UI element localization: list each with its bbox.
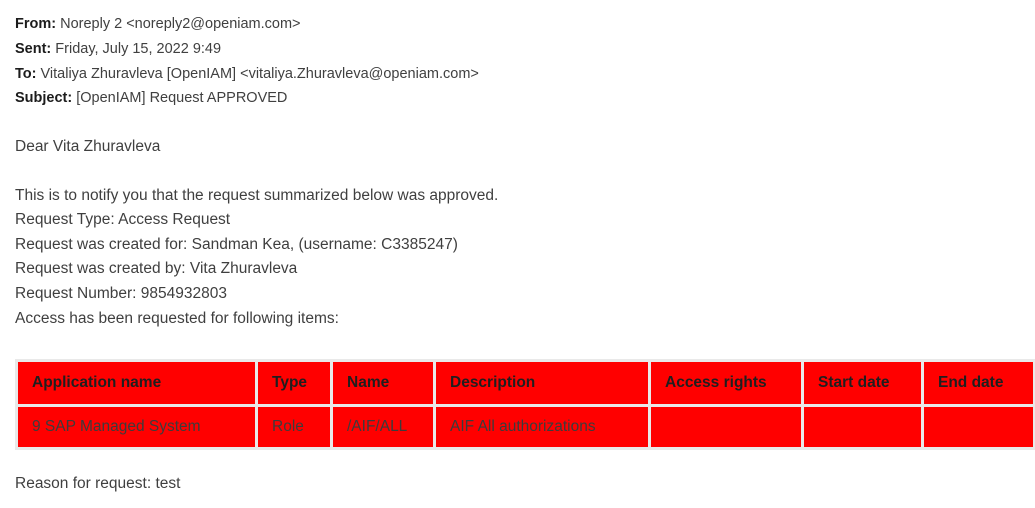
footer-line-reason: Reason for request: test [15, 475, 181, 493]
cell-start-date [804, 407, 921, 448]
column-header-end-date: End date [924, 362, 1033, 405]
email-header-subject-label: Subject: [15, 90, 73, 107]
body-line-notify: This is to notify you that the request s… [15, 186, 499, 204]
cell-type: Role [258, 407, 330, 448]
email-header-to-value: Vitaliya Zhuravleva [OpenIAM] <vitaliya.… [40, 65, 479, 82]
email-header-subject-value: [OpenIAM] Request APPROVED [76, 90, 288, 107]
email-body-paragraph: This is to notify you that the request s… [15, 184, 1035, 332]
email-header-sent-value: Friday, July 15, 2022 9:49 [55, 40, 222, 57]
email-header-from-value: Noreply 2 <noreply2@openiam.com> [60, 16, 301, 32]
access-items-table: Application name Type Name Description A… [15, 359, 1035, 451]
email-header-block: From: Noreply 2 <noreply2@openiam.com> S… [15, 12, 1035, 111]
cell-description: AIF All authorizations [436, 407, 648, 448]
cell-application-name: 9 SAP Managed System [18, 407, 255, 448]
email-header-subject: Subject: [OpenIAM] Request APPROVED [15, 86, 1035, 111]
body-line-created-for: Request was created for: Sandman Kea, (u… [15, 235, 458, 253]
column-header-description: Description [436, 362, 648, 405]
body-line-created-by: Request was created by: Vita Zhuravleva [15, 260, 298, 278]
cell-name: /AIF/ALL [333, 407, 433, 448]
table-header-row: Application name Type Name Description A… [18, 362, 1033, 405]
email-header-sent-label: Sent: [15, 40, 52, 57]
body-line-request-number: Request Number: 9854932803 [15, 285, 227, 303]
body-line-request-type: Request Type: Access Request [15, 211, 231, 229]
column-header-application-name: Application name [18, 362, 255, 405]
cell-access-rights [651, 407, 801, 448]
body-line-access-items: Access has been requested for following … [15, 309, 339, 327]
email-header-sent: Sent: Friday, July 15, 2022 9:49 [15, 37, 1035, 62]
email-body: From: Noreply 2 <noreply2@openiam.com> S… [0, 0, 1035, 497]
email-footer-block: Reason for request: test [15, 472, 1035, 497]
email-header-from-label: From: [15, 16, 57, 32]
column-header-name: Name [333, 362, 433, 405]
table-row: 9 SAP Managed System Role /AIF/ALL AIF A… [18, 407, 1033, 448]
column-header-access-rights: Access rights [651, 362, 801, 405]
email-greeting: Dear Vita Zhuravleva [15, 138, 161, 156]
column-header-type: Type [258, 362, 330, 405]
access-items-table-wrapper: Application name Type Name Description A… [15, 359, 1035, 451]
cell-end-date [924, 407, 1033, 448]
email-header-to-label: To: [15, 65, 37, 82]
column-header-start-date: Start date [804, 362, 921, 405]
email-header-from: From: Noreply 2 <noreply2@openiam.com> [15, 12, 1035, 37]
email-header-to: To: Vitaliya Zhuravleva [OpenIAM] <vital… [15, 62, 1035, 87]
